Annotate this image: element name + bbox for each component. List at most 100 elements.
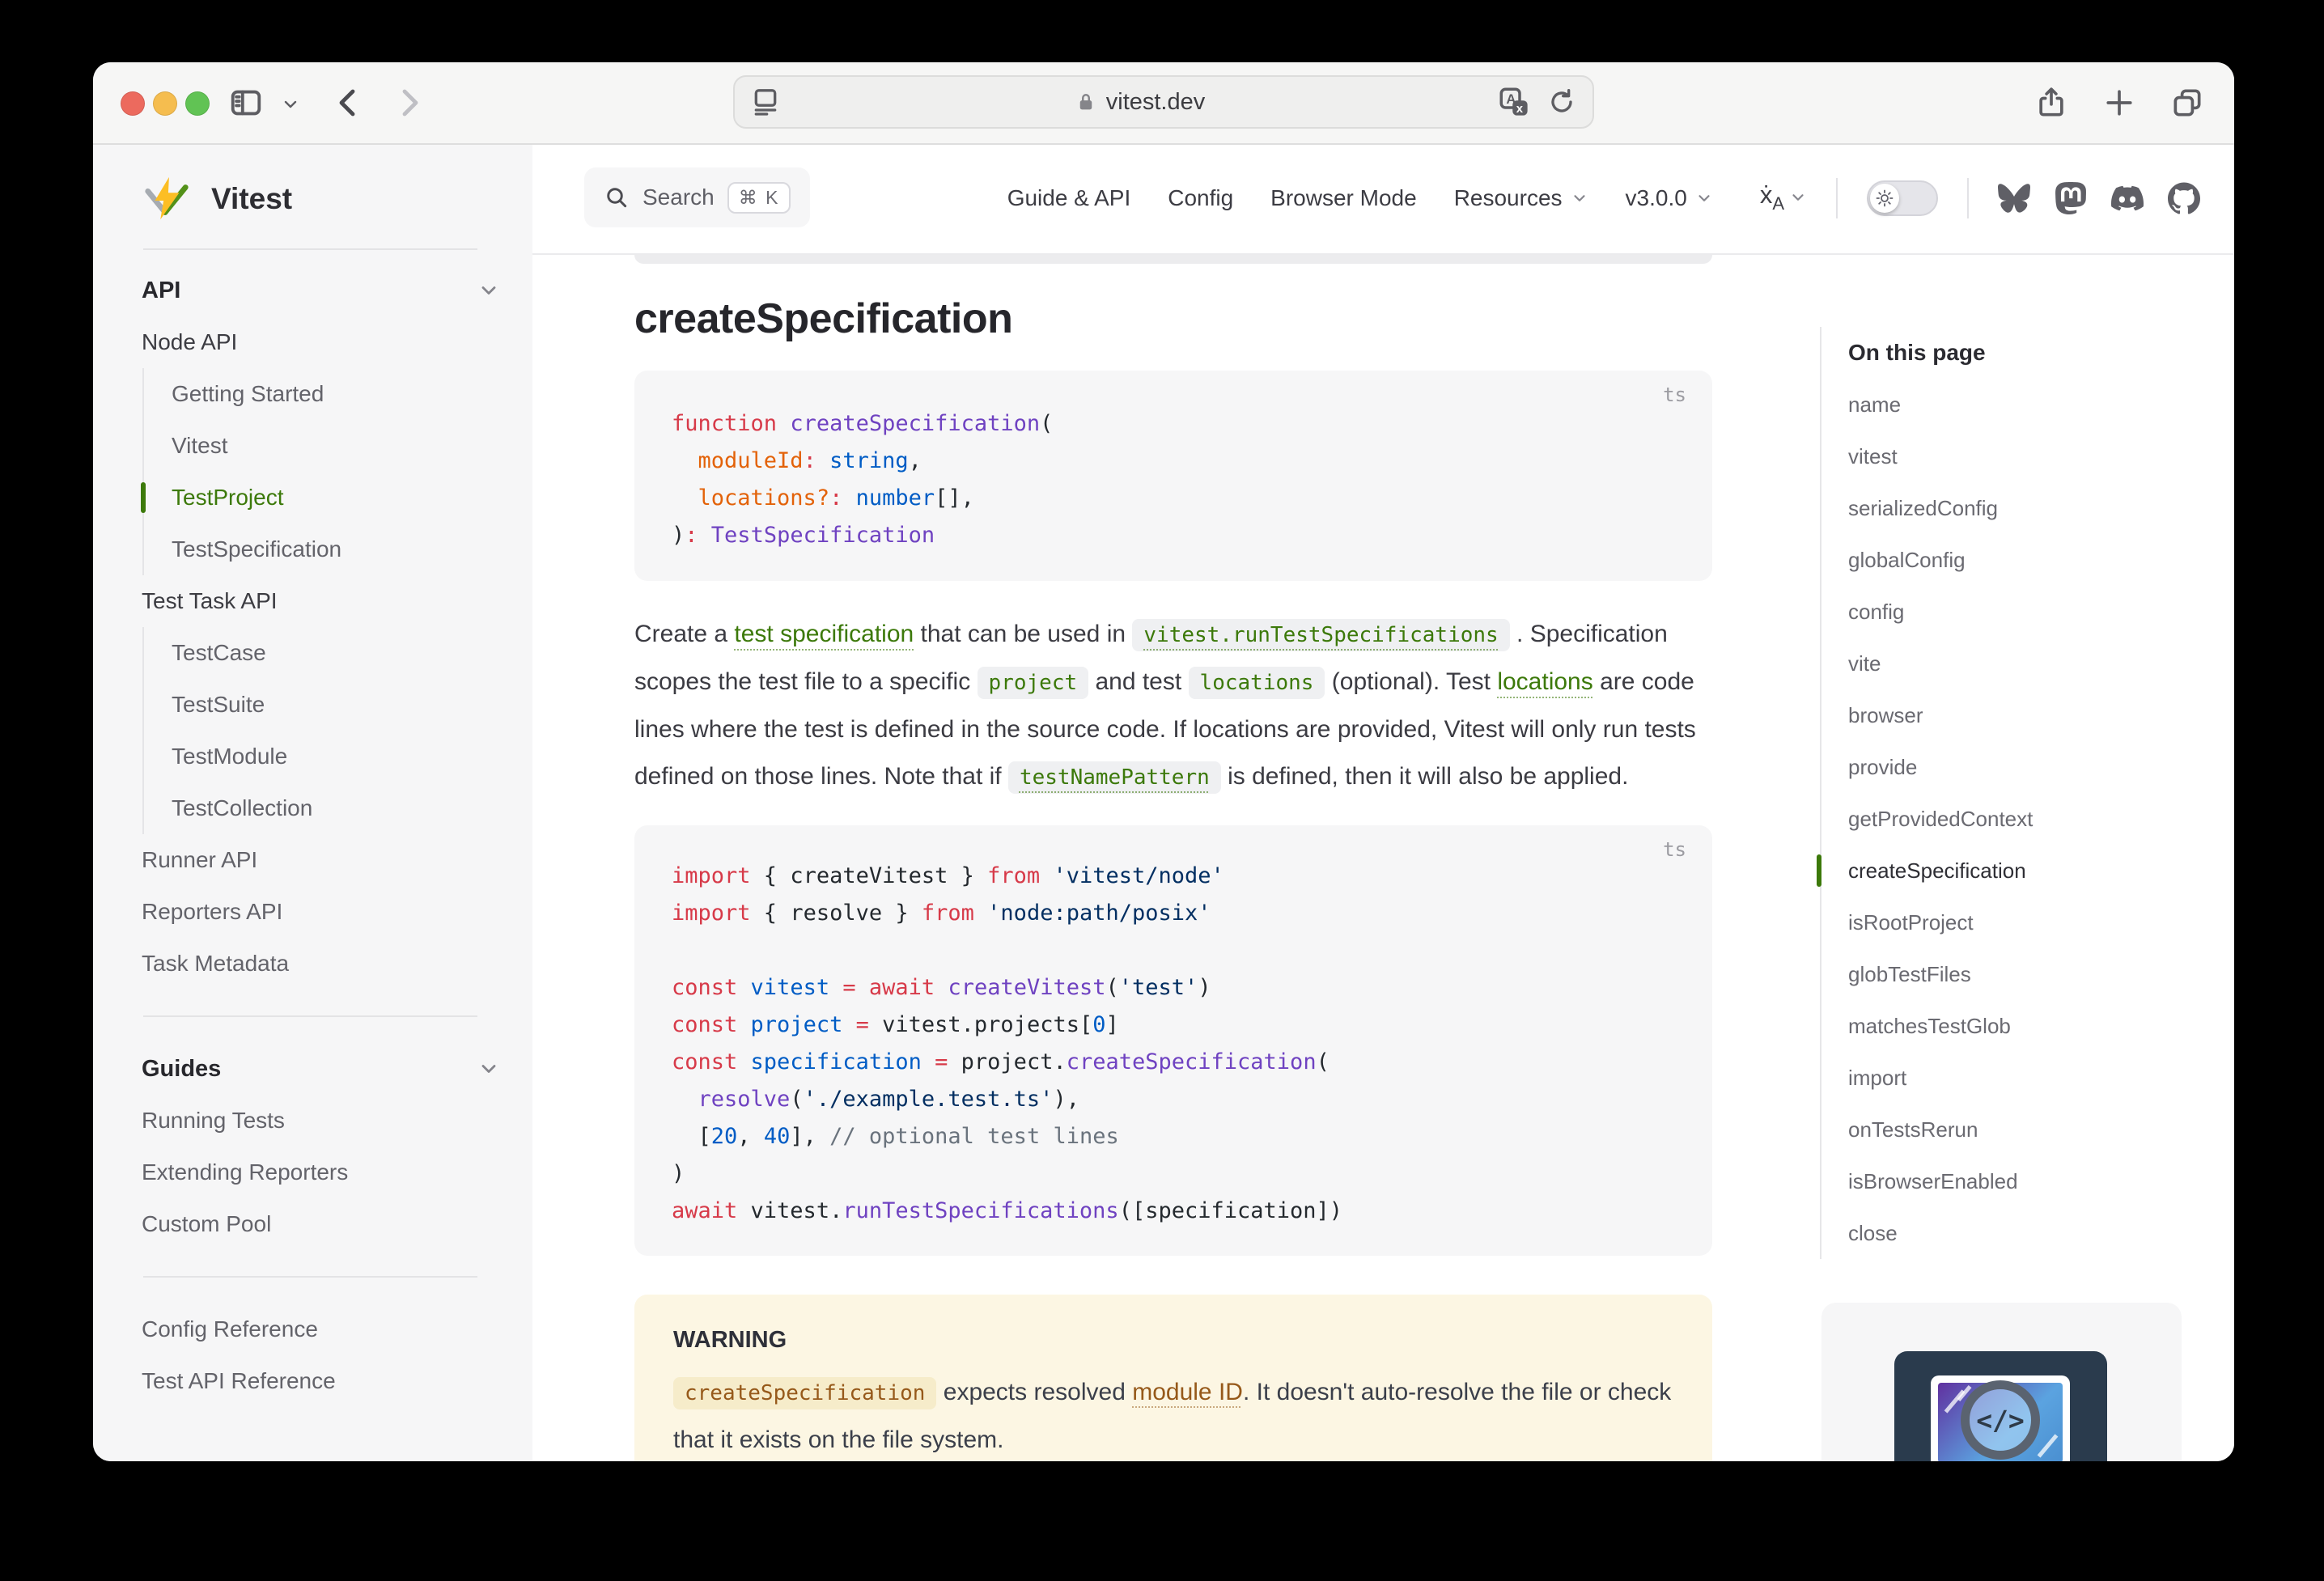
sidebar-section-guides[interactable]: Guides — [93, 1043, 532, 1095]
toc-item-getprovidedcontext[interactable]: getProvidedContext — [1848, 793, 2033, 845]
toc-item-isrootproject[interactable]: isRootProject — [1848, 896, 2033, 948]
translate-icon[interactable]: A x — [1497, 85, 1531, 119]
nav-link-label: v3.0.0 — [1626, 185, 1687, 211]
sidebar-item-testproject[interactable]: TestProject — [142, 472, 532, 523]
nav-link-browser-mode[interactable]: Browser Mode — [1270, 185, 1417, 211]
toc-item-name[interactable]: name — [1848, 379, 2033, 430]
link-testnamepattern[interactable]: testNamePattern — [1008, 761, 1221, 794]
toolbar-right-actions — [2034, 62, 2205, 143]
nav-link-resources[interactable]: Resources — [1454, 185, 1588, 211]
code-line: import { resolve } from 'node:path/posix… — [672, 895, 1675, 932]
sidebar-item-reporters-api[interactable]: Reporters API — [93, 886, 532, 938]
sidebar-item-running-tests[interactable]: Running Tests — [93, 1095, 532, 1147]
language-menu[interactable]: ẋ A — [1760, 182, 1807, 214]
sidebar-item-testcollection[interactable]: TestCollection — [142, 782, 532, 834]
toolbar-chevron-button[interactable] — [281, 95, 300, 114]
toc-item-globtestfiles[interactable]: globTestFiles — [1848, 948, 2033, 1000]
sidebar-item-runner-api[interactable]: Runner API — [93, 834, 532, 886]
translate-glyph: ẋ — [1760, 182, 1773, 207]
vitest-logo[interactable]: Vitest — [142, 174, 292, 224]
toc-item-provide[interactable]: provide — [1848, 741, 2033, 793]
sidebar-item-task-metadata[interactable]: Task Metadata — [93, 938, 532, 990]
nav-link-label: Guide & API — [1007, 185, 1131, 211]
sidebar-group-node-api: Node API — [93, 316, 532, 368]
sidebar-item-testmodule[interactable]: TestModule — [142, 731, 532, 782]
docs-sidebar: Vitest APINode APIGetting StartedVitestT… — [93, 143, 532, 1461]
toc-item-matchestestglob[interactable]: matchesTestGlob — [1848, 1000, 2033, 1052]
toc-item-isbrowserenabled[interactable]: isBrowserEnabled — [1848, 1155, 2033, 1207]
sidebar-item-extending-reporters[interactable]: Extending Reporters — [93, 1147, 532, 1198]
toc-item-config[interactable]: config — [1848, 586, 2033, 638]
url-bar-actions: A x — [1497, 85, 1578, 119]
sidebar-divider — [143, 248, 477, 250]
share-button[interactable] — [2034, 85, 2069, 121]
sidebar-item-config-reference[interactable]: Config Reference — [93, 1303, 532, 1355]
chevron-down-icon — [281, 95, 300, 114]
chevron-down-icon — [1571, 189, 1588, 207]
theme-toggle-knob — [1870, 184, 1899, 213]
toc-item-import[interactable]: import — [1848, 1052, 2033, 1104]
sponsor-ad[interactable]: </> — [1821, 1303, 2182, 1461]
toc-item-close[interactable]: close — [1848, 1207, 2033, 1259]
bluesky-icon[interactable] — [1998, 182, 2030, 214]
nav-link-v3-0-0[interactable]: v3.0.0 — [1626, 185, 1713, 211]
sidebar-toggle-button[interactable] — [227, 84, 265, 121]
chevron-down-icon — [1695, 189, 1713, 207]
share-icon — [2034, 85, 2069, 121]
sidebar-item-test-api-reference[interactable]: Test API Reference — [93, 1355, 532, 1407]
minimize-button[interactable] — [153, 91, 177, 116]
toc-item-ontestsrerun[interactable]: onTestsRerun — [1848, 1104, 2033, 1155]
window-controls — [121, 91, 210, 116]
close-button[interactable] — [121, 91, 145, 116]
sidebar-item-getting-started[interactable]: Getting Started — [142, 368, 532, 420]
sidebar-item-testspecification[interactable]: TestSpecification — [142, 523, 532, 575]
sidebar-divider — [143, 1015, 477, 1017]
url-text-group: vitest.dev — [782, 89, 1497, 116]
theme-toggle[interactable] — [1867, 180, 1938, 216]
sidebar-item-custom-pool[interactable]: Custom Pool — [93, 1198, 532, 1250]
toc-item-globalconfig[interactable]: globalConfig — [1848, 534, 2033, 586]
on-this-page: On this page namevitestserializedConfigg… — [1820, 327, 2033, 1259]
navbar-divider — [1836, 178, 1838, 218]
toc-item-vite[interactable]: vite — [1848, 638, 2033, 689]
mastodon-icon[interactable] — [2055, 182, 2087, 214]
back-button[interactable] — [329, 83, 368, 122]
sidebar-item-vitest[interactable]: Vitest — [142, 420, 532, 472]
forward-button[interactable] — [389, 83, 428, 122]
monitor-illustration: </> — [1931, 1375, 2070, 1461]
url-bar[interactable]: vitest.dev A x — [733, 75, 1594, 129]
link-test-specification[interactable]: test specification — [734, 621, 914, 647]
nav-link-label: Config — [1168, 185, 1233, 211]
code-line: const specification = project.createSpec… — [672, 1044, 1675, 1081]
paragraph-code-locations: locations — [1189, 667, 1325, 699]
link-locations[interactable]: locations — [1497, 668, 1592, 695]
github-icon[interactable] — [2168, 182, 2200, 214]
toc-item-vitest[interactable]: vitest — [1848, 430, 2033, 482]
tab-overview-button[interactable] — [2169, 85, 2205, 121]
discord-icon[interactable] — [2111, 182, 2144, 214]
code-line: const project = vitest.projects[0] — [672, 1007, 1675, 1044]
warning-code-createspecification: createSpecification — [673, 1377, 936, 1409]
code-line: ) — [672, 1155, 1675, 1193]
toc-item-browser[interactable]: browser — [1848, 689, 2033, 741]
sidebar-item-testcase[interactable]: TestCase — [142, 627, 532, 679]
ad-illustration: </> — [1894, 1351, 2107, 1461]
zoom-button[interactable] — [185, 91, 210, 116]
link-module-id[interactable]: module ID — [1132, 1379, 1243, 1405]
navbar-divider — [1967, 178, 1969, 218]
new-tab-button[interactable] — [2101, 85, 2137, 121]
reload-icon[interactable] — [1546, 86, 1578, 118]
nav-link-guide-api[interactable]: Guide & API — [1007, 185, 1131, 211]
warning-callout: WARNING createSpecification expects reso… — [634, 1295, 1712, 1461]
previous-code-block-edge — [634, 255, 1712, 264]
search-button[interactable]: Search ⌘ K — [584, 167, 810, 227]
toc-item-createspecification[interactable]: createSpecification — [1848, 845, 2033, 896]
magnifier-icon: </> — [1961, 1380, 2040, 1460]
code-line: resolve('./example.test.ts'), — [672, 1081, 1675, 1118]
sidebar-section-api[interactable]: API — [93, 265, 532, 316]
sidebar-item-testsuite[interactable]: TestSuite — [142, 679, 532, 731]
paragraph-code-project: project — [978, 667, 1089, 699]
link-vitest-runtestspecifications[interactable]: vitest.runTestSpecifications — [1132, 619, 1509, 651]
nav-link-config[interactable]: Config — [1168, 185, 1233, 211]
toc-item-serializedconfig[interactable]: serializedConfig — [1848, 482, 2033, 534]
